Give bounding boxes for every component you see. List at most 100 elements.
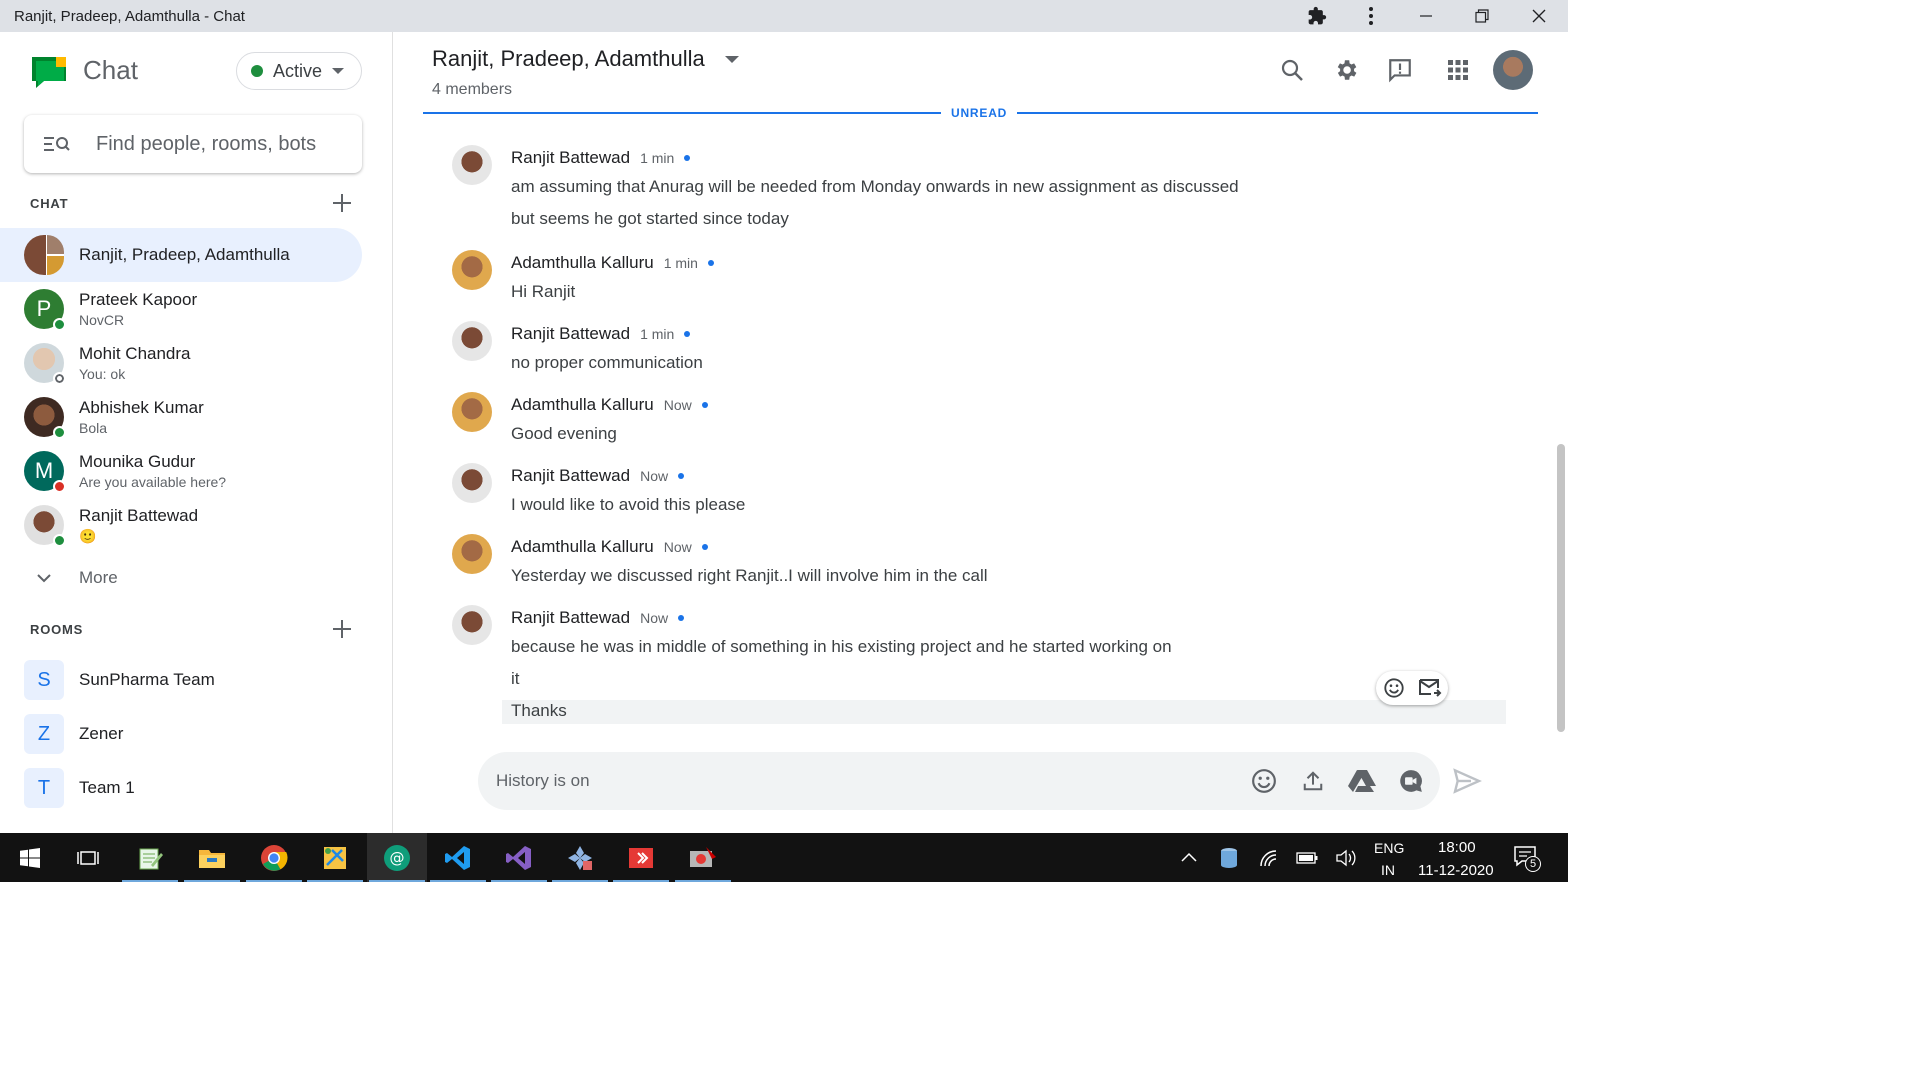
file-explorer-icon[interactable] [182, 833, 242, 882]
message-text: am assuming that Anurag will be needed f… [511, 177, 1239, 196]
google-chat-app-icon[interactable]: @ [367, 833, 427, 882]
add-chat-button[interactable] [330, 191, 354, 215]
message-text: Hi Ranjit [511, 282, 576, 301]
chat-item-prateek[interactable]: P Prateek Kapoor NovCR [0, 282, 362, 336]
hovered-message-row [502, 700, 1506, 724]
chat-item-mounika[interactable]: M Mounika Gudur Are you available here? [0, 444, 362, 498]
notification-count: 5 [1525, 856, 1541, 872]
avatar: M [24, 451, 66, 493]
avatar [452, 392, 492, 432]
git-app-icon[interactable] [611, 833, 671, 882]
volume-icon[interactable] [1336, 849, 1356, 867]
message-composer[interactable]: History is on [478, 752, 1440, 810]
status-label: Active [273, 60, 323, 81]
presence-icon [53, 372, 66, 385]
chat-item-name: Prateek Kapoor [79, 290, 198, 309]
room-badge: T [24, 768, 64, 808]
gear-icon[interactable] [1328, 52, 1364, 88]
notification-center-icon[interactable]: 5 [1513, 845, 1543, 875]
feedback-icon[interactable] [1382, 52, 1418, 88]
clock-time[interactable]: 18:00 [1438, 839, 1476, 856]
task-view-icon[interactable] [58, 833, 118, 882]
wifi-icon[interactable] [1259, 849, 1279, 867]
minimize-button[interactable] [1398, 0, 1454, 32]
input-region[interactable]: IN [1381, 862, 1395, 878]
chat-item-ranjit[interactable]: Ranjit Battewad 🙂 [0, 498, 362, 552]
emoji-icon[interactable] [1244, 761, 1284, 801]
database-tray-icon[interactable] [1219, 847, 1239, 869]
snipping-tool-icon[interactable] [305, 833, 365, 882]
add-room-button[interactable] [330, 617, 354, 641]
message-time: 1 min [640, 326, 675, 342]
search-input[interactable]: Find people, rooms, bots [24, 115, 362, 173]
conversation-title[interactable]: Ranjit, Pradeep, Adamthulla [432, 46, 739, 72]
message-text: but seems he got started since today [511, 209, 789, 228]
room-name: Zener [79, 724, 124, 743]
message-time: Now [663, 397, 692, 413]
chat-item-name: Mohit Chandra [79, 344, 191, 363]
battery-icon[interactable] [1296, 851, 1318, 865]
avatar-letter: M [34, 458, 54, 483]
avatar [452, 605, 492, 645]
vscode-icon[interactable] [428, 833, 488, 882]
chat-item-name: Mounika Gudur [79, 452, 196, 471]
restore-button[interactable] [1454, 0, 1510, 32]
unread-dot-icon [684, 155, 691, 161]
chat-item-abhishek[interactable]: Abhishek Kumar Bola [0, 390, 362, 444]
extensions-icon[interactable] [1290, 0, 1344, 32]
conversation-title-text: Ranjit, Pradeep, Adamthulla [432, 46, 705, 71]
chrome-icon[interactable] [244, 833, 304, 882]
snowflake-app-icon[interactable] [550, 833, 610, 882]
input-language[interactable]: ENG [1374, 840, 1404, 856]
add-reaction-icon[interactable] [1383, 677, 1405, 699]
window-title: Ranjit, Pradeep, Adamthulla - Chat [14, 7, 245, 25]
upload-icon[interactable] [1293, 761, 1333, 801]
message-text: I would like to avoid this please [511, 495, 746, 514]
conversation-pane: Ranjit, Pradeep, Adamthulla 4 members UN… [394, 32, 1568, 833]
video-meet-icon[interactable] [1391, 761, 1431, 801]
chevron-down-icon [724, 56, 739, 64]
show-hidden-icons-icon[interactable] [1181, 852, 1197, 862]
message-sender: Adamthulla Kalluru [511, 537, 654, 556]
taskbar: @ ENG IN 18:00 11-12-2020 5 [0, 833, 1568, 882]
chat-item-preview: Are you available here? [79, 474, 227, 490]
status-selector[interactable]: Active [236, 52, 362, 90]
message-text: Thanks [511, 701, 567, 720]
avatar [24, 397, 66, 439]
chat-item-preview: Bola [79, 420, 108, 436]
search-icon[interactable] [1274, 52, 1310, 88]
account-avatar[interactable] [1493, 50, 1533, 90]
apps-grid-icon[interactable] [1440, 52, 1476, 88]
vm-app-icon[interactable] [673, 833, 733, 882]
unread-dot-icon [707, 260, 714, 266]
close-button[interactable] [1510, 0, 1568, 32]
room-item-sunpharma[interactable]: S SunPharma Team [0, 653, 362, 707]
unread-dot-icon [678, 473, 685, 479]
send-button[interactable] [1451, 765, 1483, 797]
notepad-plus-icon[interactable] [120, 833, 180, 882]
chat-item-group[interactable]: Ranjit, Pradeep, Adamthulla [0, 228, 362, 282]
room-item-team1[interactable]: T Team 1 [0, 761, 362, 815]
message-time: Now [640, 610, 669, 626]
message-sender: Adamthulla Kalluru [511, 395, 654, 414]
room-name: SunPharma Team [79, 670, 215, 689]
unread-dot-icon [701, 544, 708, 550]
scrollbar[interactable] [1557, 444, 1565, 732]
room-item-zener[interactable]: Z Zener [0, 707, 362, 761]
more-menu-icon[interactable] [1344, 0, 1398, 32]
unread-dot-icon [678, 615, 685, 621]
unread-dot-icon [684, 331, 691, 337]
chat-item-preview: NovCR [79, 312, 125, 328]
windows-start-icon[interactable] [0, 833, 60, 882]
chevron-down-icon [332, 67, 345, 74]
forward-to-inbox-icon[interactable] [1418, 678, 1442, 698]
chat-item-mohit[interactable]: Mohit Chandra You: ok [0, 336, 362, 390]
google-drive-icon[interactable] [1342, 761, 1382, 801]
chat-section-heading: CHAT [30, 196, 69, 211]
more-chats-button[interactable]: More [0, 560, 362, 596]
message-sender: Adamthulla Kalluru [511, 253, 654, 272]
visual-studio-icon[interactable] [489, 833, 549, 882]
chat-item-name: Abhishek Kumar [79, 398, 204, 417]
clock-date[interactable]: 11-12-2020 [1418, 862, 1494, 879]
avatar [452, 534, 492, 574]
